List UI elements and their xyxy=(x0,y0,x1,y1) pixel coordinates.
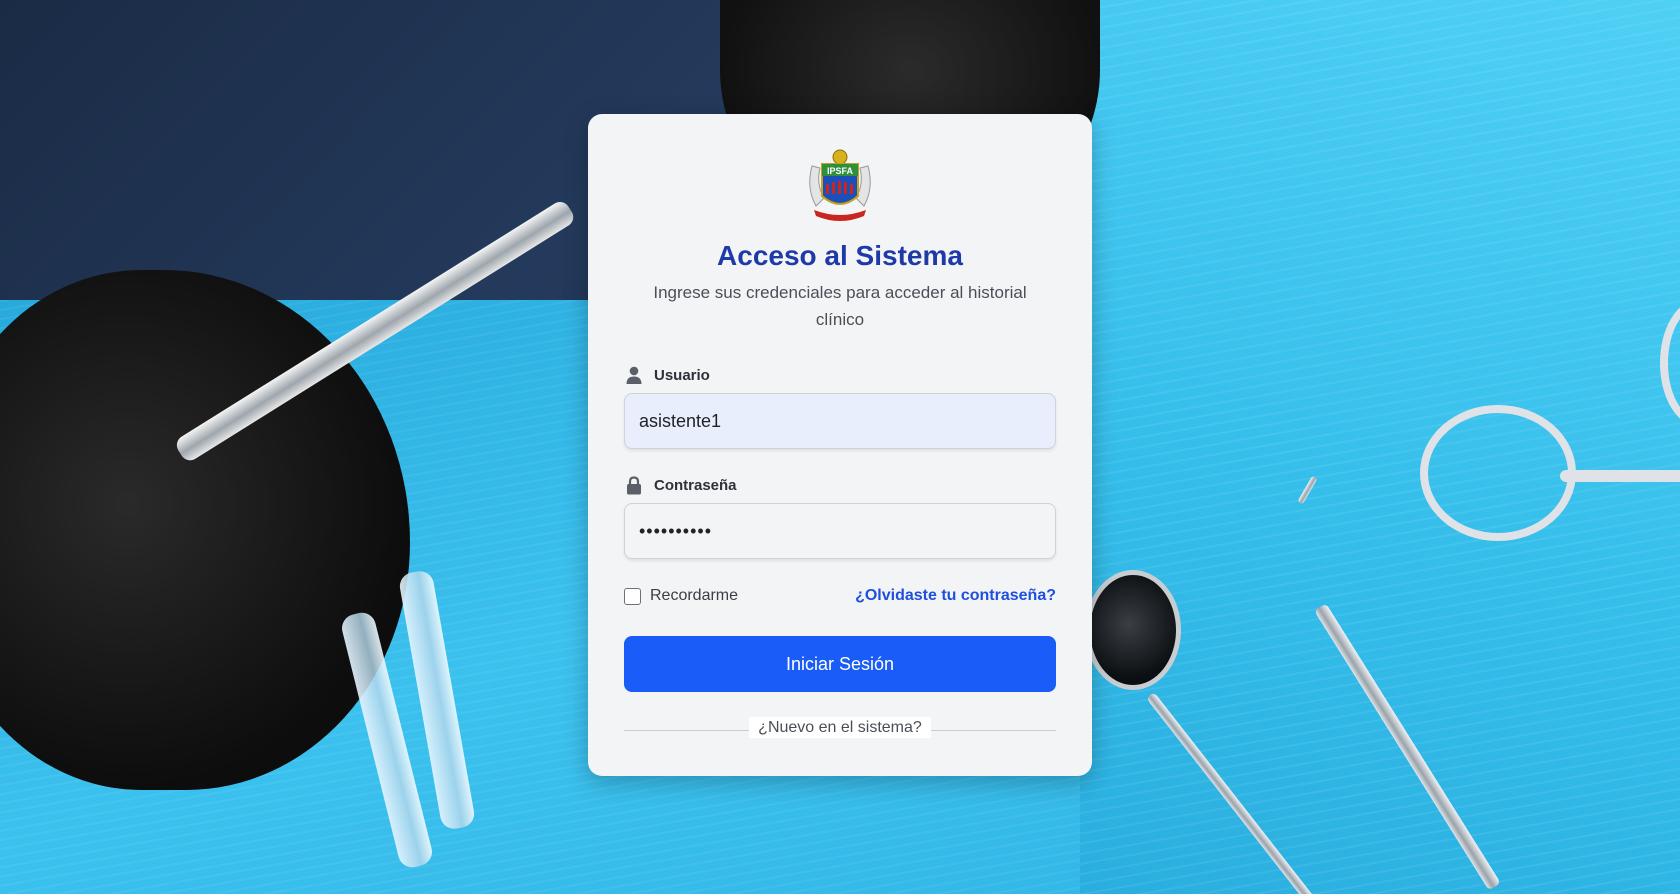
background-scissors xyxy=(1420,405,1576,541)
svg-text:IPSFA: IPSFA xyxy=(827,166,854,176)
page-subtitle: Ingrese sus credenciales para acceder al… xyxy=(653,283,1027,329)
background-dental-mirror xyxy=(1085,570,1181,690)
username-label-row: Usuario xyxy=(624,365,710,385)
page-title: Acceso al Sistema xyxy=(717,240,963,271)
user-icon xyxy=(624,365,644,385)
login-button[interactable]: Iniciar Sesión xyxy=(624,636,1056,692)
ipsfa-logo: IPSFA xyxy=(809,149,871,221)
signup-prompt-text: ¿Nuevo en el sistema? xyxy=(749,717,931,738)
background-drape-right xyxy=(1080,0,1680,894)
remember-me[interactable]: Recordarme xyxy=(624,587,738,605)
signup-prompt: ¿Nuevo en el sistema? xyxy=(588,717,1092,738)
username-label: Usuario xyxy=(654,366,710,384)
background-scissors-arm xyxy=(1560,470,1680,482)
password-input[interactable] xyxy=(624,503,1056,559)
password-label-row: Contraseña xyxy=(624,475,737,495)
username-input[interactable] xyxy=(624,393,1056,449)
forgot-password-link[interactable]: ¿Olvidaste tu contraseña? xyxy=(855,587,1056,605)
password-label: Contraseña xyxy=(654,476,737,494)
lock-icon xyxy=(624,475,644,495)
remember-label: Recordarme xyxy=(650,587,739,604)
remember-checkbox[interactable] xyxy=(624,587,641,605)
login-card: IPSFA Acceso al Sistema Ingrese sus cred… xyxy=(588,114,1092,776)
